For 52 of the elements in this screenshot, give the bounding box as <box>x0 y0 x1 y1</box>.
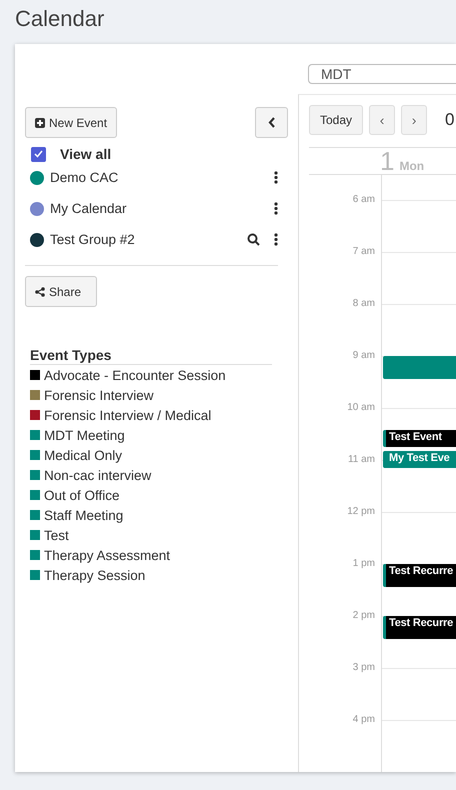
calendar-name[interactable]: Demo CAC <box>50 170 260 185</box>
share-button[interactable]: Share <box>25 276 97 307</box>
more-options-icon[interactable] <box>274 171 278 184</box>
previous-button[interactable]: ‹ <box>369 105 396 135</box>
calendar-event[interactable]: Test Recurre <box>383 616 456 640</box>
day-number: 1 <box>380 148 394 174</box>
event-type-label: Medical Only <box>44 448 122 462</box>
calendar-event[interactable]: Test Recurre <box>383 564 456 588</box>
hour-label: 2 pm <box>352 610 375 621</box>
hour-label: 11 am <box>348 454 375 465</box>
calendar-event[interactable]: Test Event <box>383 430 456 447</box>
hour-label: 10 am <box>347 402 375 413</box>
view-all-label: View all <box>60 146 112 162</box>
more-options-icon[interactable] <box>274 233 278 246</box>
today-button[interactable]: Today <box>309 105 364 135</box>
calendar-event[interactable]: My Test Eve <box>383 451 456 468</box>
hour-label: 8 am <box>352 298 375 309</box>
event-type-label: Therapy Session <box>44 568 146 582</box>
event-type-label: Forensic Interview <box>44 388 154 402</box>
chevron-left-icon <box>268 117 276 128</box>
page-title: Calendar <box>14 5 106 33</box>
hour-label: 9 am <box>352 350 375 361</box>
view-all-checkbox[interactable] <box>31 146 46 162</box>
next-button[interactable]: › <box>401 105 428 135</box>
day-name: Mon <box>399 159 424 173</box>
share-icon <box>35 286 45 296</box>
event-type-label: Forensic Interview / Medical <box>44 408 212 422</box>
event-type-label: MDT Meeting <box>44 428 125 442</box>
calendar-event[interactable] <box>383 356 456 380</box>
calendar-name[interactable]: My Calendar <box>50 201 260 216</box>
calendar-name[interactable]: Test Group #2 <box>50 232 247 247</box>
hour-label: 4 pm <box>352 714 375 725</box>
event-type-label: Test <box>44 528 69 542</box>
timezone-select[interactable]: MDT <box>308 64 456 84</box>
check-icon <box>34 150 43 158</box>
hour-label: 6 am <box>352 194 375 205</box>
plus-icon <box>35 118 45 128</box>
collapse-button[interactable] <box>255 107 288 138</box>
hour-label: 7 am <box>352 246 375 257</box>
event-type-label: Staff Meeting <box>44 508 124 522</box>
search-icon[interactable] <box>247 233 260 246</box>
more-options-icon[interactable] <box>274 202 278 215</box>
hour-label: 12 pm <box>347 506 375 517</box>
hour-label: 3 pm <box>352 662 375 673</box>
hour-label: 1 pm <box>352 558 375 569</box>
event-types-heading: Event Types <box>30 347 272 365</box>
new-event-button[interactable]: New Event <box>25 107 118 138</box>
event-type-label: Non-cac interview <box>44 468 152 482</box>
date-range-title: 0 <box>445 110 454 130</box>
event-type-label: Therapy Assessment <box>44 548 170 562</box>
event-type-label: Advocate - Encounter Session <box>44 368 226 382</box>
event-type-label: Out of Office <box>44 488 120 502</box>
